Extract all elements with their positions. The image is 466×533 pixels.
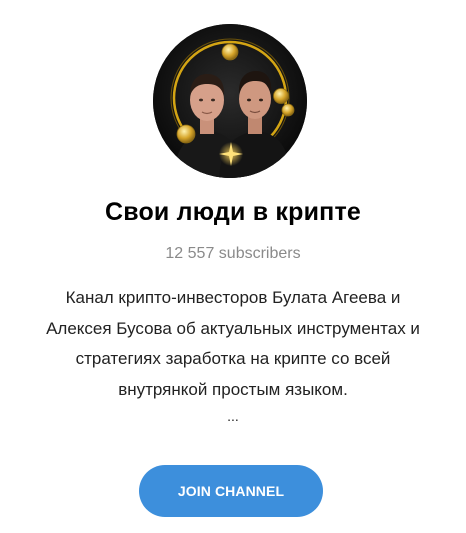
channel-title: Свои люди в крипте bbox=[104, 198, 362, 226]
channel-avatar bbox=[153, 24, 307, 178]
description-line: стратегиях заработка на крипте со всей bbox=[75, 349, 391, 368]
channel-description: Канал крипто-инвесторов Булата Агеева и … bbox=[0, 283, 466, 405]
channel-card: Свои люди в крипте 12 557 subscribers Ка… bbox=[0, 0, 466, 533]
description-line: внутрянкой простым языком. bbox=[118, 379, 348, 399]
description-ellipsis[interactable]: ... bbox=[0, 408, 466, 424]
description-line: Алексея Бусова об актуальных инструмента… bbox=[46, 318, 420, 338]
subscriber-count: 12 557 subscribers bbox=[165, 245, 301, 262]
join-channel-button[interactable]: JOIN CHANNEL bbox=[139, 465, 323, 517]
avatar-image bbox=[153, 24, 307, 178]
description-line: Канал крипто-инвесторов Булата Агеева и bbox=[65, 288, 401, 307]
